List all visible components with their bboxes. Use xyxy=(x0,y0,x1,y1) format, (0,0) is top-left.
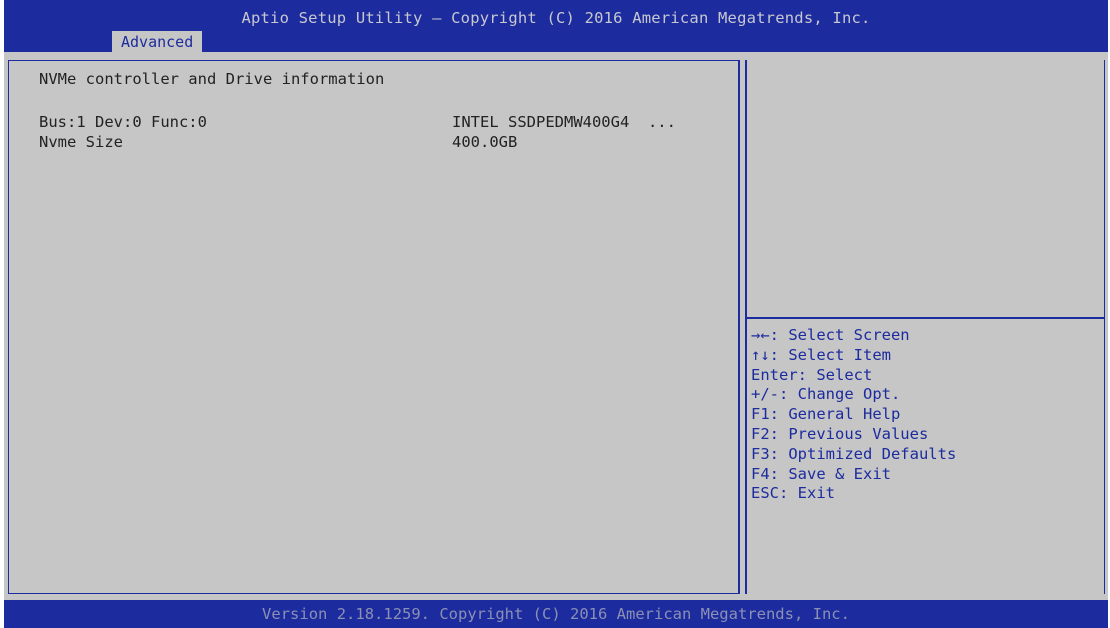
help-item-select-item: ↑↓: Select Item xyxy=(751,345,891,364)
help-item-select-screen: →←: Select Screen xyxy=(751,326,910,344)
info-value: 400.0GB xyxy=(452,133,518,151)
help-item-change-opt: +/-: Change Opt. xyxy=(751,385,901,404)
key-help-list: →←: Select Screen ↑↓: Select Item Enter:… xyxy=(751,326,1101,504)
tab-advanced[interactable]: Advanced xyxy=(112,31,203,52)
help-item-save-exit: F4: Save & Exit xyxy=(751,464,891,483)
title-text: Aptio Setup Utility – Copyright (C) 2016… xyxy=(241,9,871,27)
help-item-enter: Enter: Select xyxy=(751,365,873,384)
info-label: Nvme Size xyxy=(39,133,123,151)
title-bar: Aptio Setup Utility – Copyright (C) 2016… xyxy=(4,0,1108,52)
info-label: Bus:1 Dev:0 Func:0 xyxy=(39,113,207,131)
footer-bar: Version 2.18.1259. Copyright (C) 2016 Am… xyxy=(4,600,1108,628)
help-item-previous-values: F2: Previous Values xyxy=(751,424,929,443)
section-title: NVMe controller and Drive information xyxy=(39,70,385,88)
bios-setup-screen: Aptio Setup Utility – Copyright (C) 2016… xyxy=(0,0,1110,628)
help-panel-divider xyxy=(747,317,1105,319)
help-item-optimized-defaults: F3: Optimized Defaults xyxy=(751,444,957,463)
info-value: INTEL SSDPEDMW400G4 ... xyxy=(452,113,676,131)
help-item-esc-exit: ESC: Exit xyxy=(751,484,835,503)
help-item-general-help: F1: General Help xyxy=(751,405,901,424)
version-text: Version 2.18.1259. Copyright (C) 2016 Am… xyxy=(262,605,850,623)
